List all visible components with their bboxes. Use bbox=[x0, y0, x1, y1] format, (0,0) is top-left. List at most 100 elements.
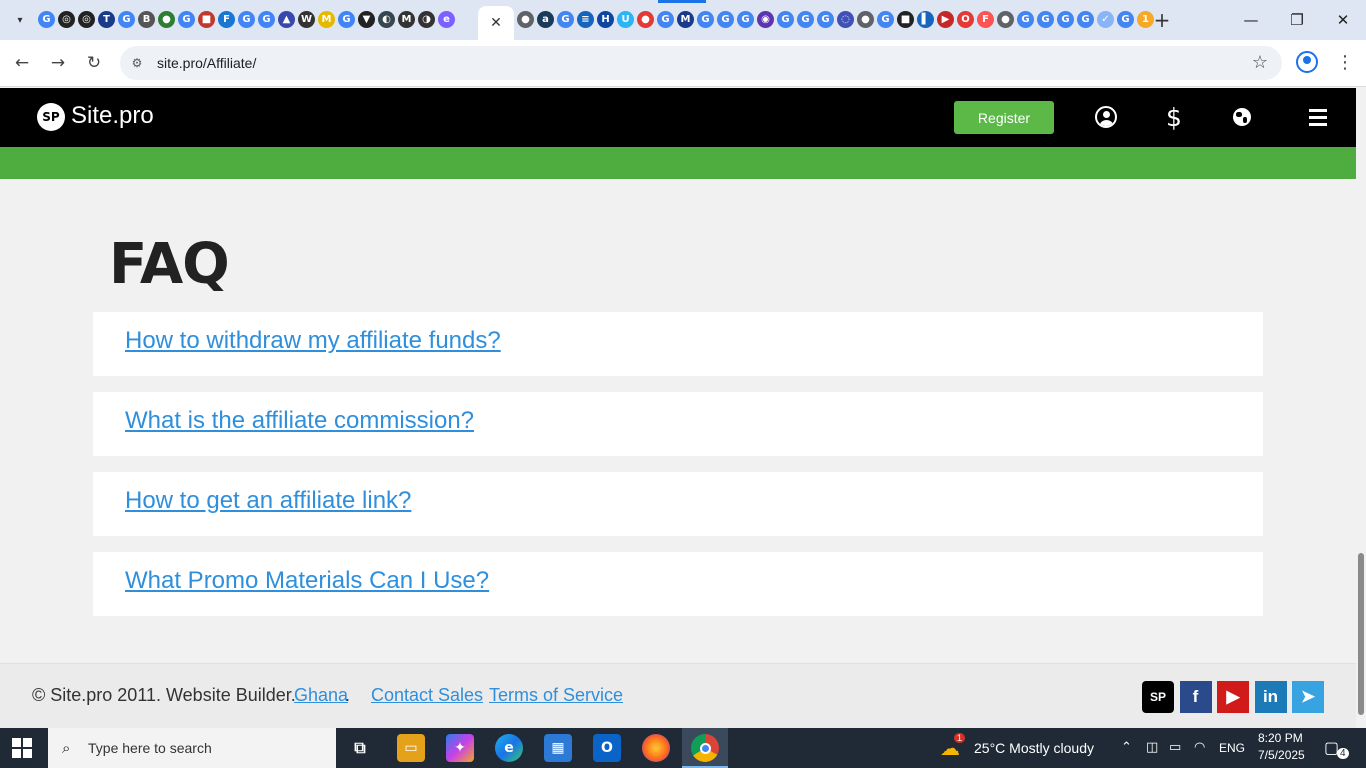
restore-button[interactable]: ❐ bbox=[1274, 6, 1320, 34]
clock-date[interactable]: 7/5/2025 bbox=[1258, 748, 1305, 762]
windows-start-icon[interactable] bbox=[12, 738, 32, 758]
tab-favicon-icon[interactable]: ▼ bbox=[358, 11, 375, 28]
tab-favicon-icon[interactable]: G bbox=[178, 11, 195, 28]
scrollbar-thumb[interactable] bbox=[1358, 553, 1364, 715]
clock-time[interactable]: 8:20 PM bbox=[1258, 731, 1303, 745]
tab-favicon-icon[interactable]: ▲ bbox=[278, 11, 295, 28]
tab-favicon-icon[interactable]: G bbox=[777, 11, 794, 28]
edge-browser-icon[interactable]: e bbox=[495, 734, 523, 762]
tab-favicon-icon[interactable]: e bbox=[438, 11, 455, 28]
tab-favicon-icon[interactable]: F bbox=[977, 11, 994, 28]
tab-favicon-icon[interactable]: a bbox=[537, 11, 554, 28]
tab-favicon-icon[interactable]: G bbox=[657, 11, 674, 28]
copilot-icon[interactable]: ✦ bbox=[446, 734, 474, 762]
tab-favicon-icon[interactable]: G bbox=[238, 11, 255, 28]
tab-favicon-icon[interactable]: G bbox=[1017, 11, 1034, 28]
tab-favicon-icon[interactable]: G bbox=[877, 11, 894, 28]
faq-item[interactable]: How to withdraw my affiliate funds? bbox=[93, 312, 1263, 376]
tab-favicon-icon[interactable]: ◎ bbox=[78, 11, 95, 28]
tab-favicon-icon[interactable]: ● bbox=[637, 11, 654, 28]
hamburger-menu-icon[interactable] bbox=[1304, 103, 1332, 131]
tab-favicon-icon[interactable]: U bbox=[617, 11, 634, 28]
tab-favicon-icon[interactable]: ◎ bbox=[58, 11, 75, 28]
tab-favicon-icon[interactable]: ■ bbox=[198, 11, 215, 28]
profile-icon[interactable] bbox=[1296, 51, 1318, 73]
contact-sales-link[interactable]: Contact Sales bbox=[371, 685, 483, 706]
battery-icon[interactable]: ▭ bbox=[1169, 740, 1181, 755]
back-button[interactable]: ← bbox=[9, 50, 35, 76]
faq-link-promo-materials[interactable]: What Promo Materials Can I Use? bbox=[125, 567, 489, 595]
task-view-icon[interactable]: ⧉ bbox=[346, 734, 374, 762]
forward-button[interactable]: → bbox=[45, 50, 71, 76]
address-bar[interactable]: ⚙ site.pro/Affiliate/ ☆ bbox=[120, 46, 1282, 80]
faq-item[interactable]: How to get an affiliate link? bbox=[93, 472, 1263, 536]
tab-favicon-icon[interactable]: G bbox=[1037, 11, 1054, 28]
pricing-dollar-icon[interactable]: $ bbox=[1160, 103, 1188, 132]
tab-favicon-icon[interactable]: B bbox=[138, 11, 155, 28]
faq-link-affiliate-link[interactable]: How to get an affiliate link? bbox=[125, 487, 411, 515]
tab-favicon-icon[interactable]: ◑ bbox=[418, 11, 435, 28]
country-link[interactable]: Ghana bbox=[294, 685, 348, 706]
youtube-icon[interactable]: ▶ bbox=[1217, 681, 1249, 713]
tab-favicon-icon[interactable]: T bbox=[98, 11, 115, 28]
tab-favicon-icon[interactable]: G bbox=[338, 11, 355, 28]
show-hidden-icons-chevron-icon[interactable]: ⌃ bbox=[1121, 740, 1132, 755]
faq-item[interactable]: What is the affiliate commission? bbox=[93, 392, 1263, 456]
user-account-icon[interactable] bbox=[1092, 103, 1120, 131]
tab-favicon-icon[interactable]: ◉ bbox=[757, 11, 774, 28]
tab-favicon-icon[interactable]: G bbox=[697, 11, 714, 28]
chrome-icon[interactable] bbox=[691, 734, 719, 762]
tab-favicon-icon[interactable]: G bbox=[38, 11, 55, 28]
faq-item[interactable]: What Promo Materials Can I Use? bbox=[93, 552, 1263, 616]
tab-favicon-icon[interactable]: W bbox=[298, 11, 315, 28]
firefox-icon[interactable] bbox=[642, 734, 670, 762]
tab-favicon-icon[interactable]: ◌ bbox=[837, 11, 854, 28]
close-tab-icon[interactable]: ✕ bbox=[490, 15, 502, 31]
faq-link-commission[interactable]: What is the affiliate commission? bbox=[125, 407, 474, 435]
tab-favicon-icon[interactable]: ≡ bbox=[577, 11, 594, 28]
tab-favicon-icon[interactable]: G bbox=[1117, 11, 1134, 28]
minimize-button[interactable]: — bbox=[1228, 6, 1274, 34]
tab-favicon-icon[interactable]: G bbox=[118, 11, 135, 28]
faq-link-withdraw[interactable]: How to withdraw my affiliate funds? bbox=[125, 327, 501, 355]
wifi-icon[interactable]: ◠ bbox=[1194, 740, 1205, 755]
tab-favicon-icon[interactable]: F bbox=[218, 11, 235, 28]
url-text[interactable]: site.pro/Affiliate/ bbox=[157, 55, 256, 71]
meet-now-icon[interactable]: ◫ bbox=[1146, 740, 1158, 755]
tab-favicon-icon[interactable]: M bbox=[677, 11, 694, 28]
register-button[interactable]: Register bbox=[954, 101, 1054, 134]
tab-favicon-icon[interactable]: G bbox=[817, 11, 834, 28]
browser-menu-icon[interactable]: ⋮ bbox=[1336, 52, 1354, 73]
telegram-icon[interactable]: ➤ bbox=[1292, 681, 1324, 713]
site-info-icon[interactable]: ⚙ bbox=[128, 54, 146, 72]
tab-favicon-icon[interactable]: M bbox=[318, 11, 335, 28]
new-tab-button[interactable]: + bbox=[1150, 8, 1174, 32]
tab-favicon-icon[interactable]: ● bbox=[517, 11, 534, 28]
tab-favicon-icon[interactable]: ■ bbox=[897, 11, 914, 28]
tab-favicon-icon[interactable]: ✓ bbox=[1097, 11, 1114, 28]
tab-favicon-icon[interactable]: O bbox=[957, 11, 974, 28]
tab-favicon-icon[interactable]: G bbox=[737, 11, 754, 28]
bookmark-star-icon[interactable]: ☆ bbox=[1252, 52, 1268, 73]
tab-favicon-icon[interactable]: ● bbox=[997, 11, 1014, 28]
file-explorer-icon[interactable]: ▭ bbox=[397, 734, 425, 762]
tab-favicon-icon[interactable]: G bbox=[557, 11, 574, 28]
outlook-icon[interactable]: O bbox=[593, 734, 621, 762]
page-scrollbar[interactable] bbox=[1356, 88, 1366, 728]
sitepro-logo-icon[interactable]: SP bbox=[37, 103, 65, 131]
weather-text[interactable]: 25°C Mostly cloudy bbox=[974, 740, 1094, 756]
tab-favicon-icon[interactable]: G bbox=[1077, 11, 1094, 28]
active-tab[interactable]: ✕ bbox=[478, 6, 514, 40]
tab-favicon-icon[interactable]: ▶ bbox=[937, 11, 954, 28]
tab-favicon-icon[interactable]: H bbox=[597, 11, 614, 28]
language-globe-icon[interactable] bbox=[1228, 103, 1256, 131]
reload-button[interactable]: ↻ bbox=[81, 50, 107, 76]
site-logo-text[interactable]: Site.pro bbox=[71, 102, 154, 130]
tab-favicon-icon[interactable]: G bbox=[797, 11, 814, 28]
tab-favicon-icon[interactable]: ● bbox=[158, 11, 175, 28]
tab-search-chevron-icon[interactable]: ▾ bbox=[8, 8, 32, 32]
facebook-icon[interactable]: f bbox=[1179, 681, 1212, 713]
terms-of-service-link[interactable]: Terms of Service bbox=[489, 685, 623, 706]
tab-favicon-icon[interactable]: ● bbox=[857, 11, 874, 28]
tab-favicon-icon[interactable]: G bbox=[1057, 11, 1074, 28]
